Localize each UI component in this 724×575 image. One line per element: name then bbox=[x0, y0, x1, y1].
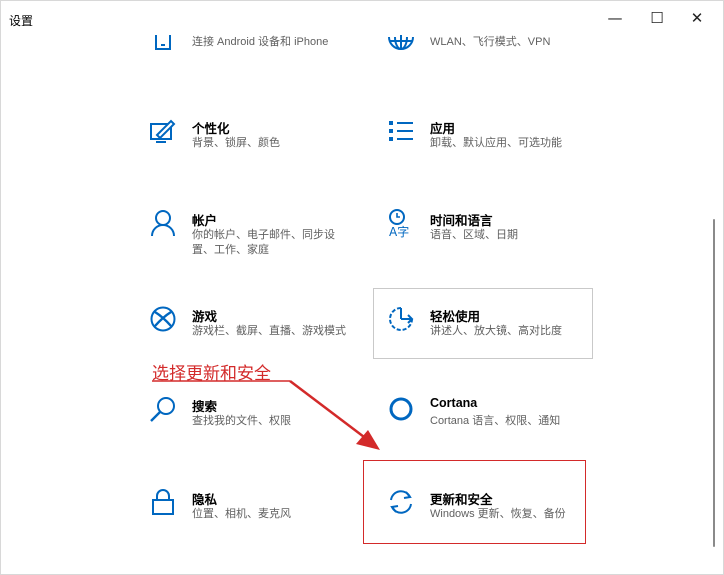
annotation-arrow bbox=[152, 380, 380, 450]
